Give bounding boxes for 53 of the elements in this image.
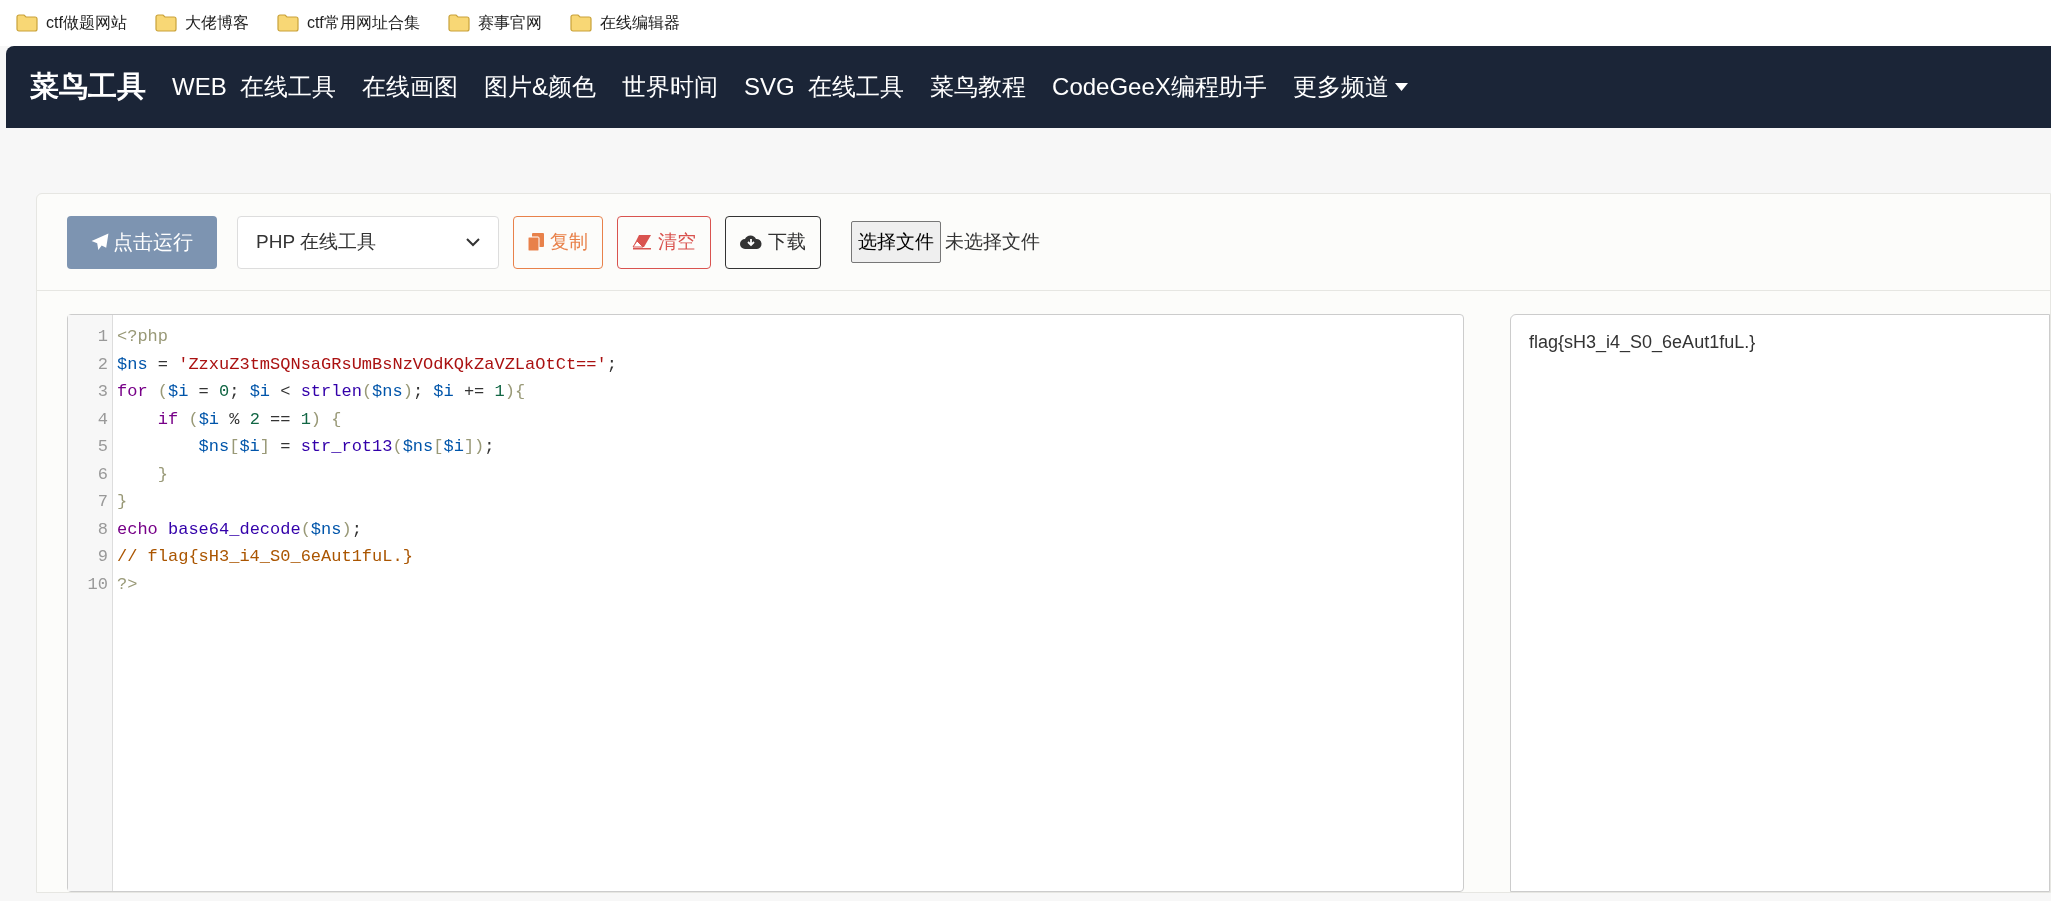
nav-link[interactable]: 在线画图 <box>362 69 458 105</box>
line-number: 7 <box>96 491 109 513</box>
output-text: flag{sH3_i4_S0_6eAut1fuL.} <box>1529 332 1756 352</box>
line-number: 5 <box>96 436 109 458</box>
line-number: 6 <box>96 463 109 486</box>
nav-link[interactable]: WEB 在线工具 <box>172 69 336 105</box>
code-line: $ns[$i] = str_rot13($ns[$i]); <box>197 436 496 458</box>
folder-icon <box>276 14 299 32</box>
select-value: PHP 在线工具 <box>256 229 376 254</box>
code-line: <?php <box>117 326 169 348</box>
copy-icon <box>528 233 544 251</box>
code-editor[interactable] <box>67 314 1464 892</box>
code-line: } <box>117 491 129 513</box>
code-line: $ns = 'ZzxuZ3tmSQNsaGRsUmBsNzVOdKQkZaVZLaOtCt=='; <box>117 353 617 376</box>
folder-icon <box>154 14 177 32</box>
language-select[interactable]: PHP 在线工具 <box>237 215 499 269</box>
brand-logo[interactable]: 菜鸟工具 <box>30 65 146 109</box>
file-choose-button[interactable]: 选择文件 <box>851 221 941 263</box>
folder-icon <box>569 14 592 32</box>
line-number: 3 <box>96 381 109 403</box>
nav-link[interactable]: CodeGeeX编程助手 <box>1052 69 1267 105</box>
code-line: // flag{sH3_i4_S0_6eAut1fuL.} <box>117 546 414 568</box>
bookmark-link[interactable]: 在线编辑器 <box>569 11 680 35</box>
download-button[interactable]: 下载 <box>725 215 821 269</box>
code-line: for ($i = 0; $i < strlen($ns); $i += 1){ <box>117 381 527 403</box>
code-line: ?> <box>117 573 139 596</box>
caret-icon <box>1394 83 1408 91</box>
paper-plane-icon <box>91 233 109 251</box>
bookmark-link[interactable]: 大佬博客 <box>154 11 249 35</box>
cloud-download-icon <box>740 234 762 250</box>
nav-link[interactable]: 图片&颜色 <box>484 69 597 105</box>
line-number: 4 <box>96 408 109 431</box>
code-line: } <box>156 463 169 486</box>
nav-link[interactable]: 菜鸟教程 <box>930 69 1027 105</box>
line-number: 9 <box>96 546 109 568</box>
clear-button[interactable]: 清空 <box>617 215 711 269</box>
eraser-icon <box>632 234 652 250</box>
bookmark-link[interactable]: ctf做题网站 <box>16 11 127 35</box>
bookmark-link[interactable]: 赛事官网 <box>447 11 542 35</box>
bookmark-link[interactable]: ctf常用网址合集 <box>276 11 420 35</box>
file-status-text: 未选择文件 <box>945 229 1040 254</box>
line-number: 8 <box>96 518 109 541</box>
nav-link[interactable]: 更多频道 <box>1292 69 1408 105</box>
folder-icon <box>16 14 38 32</box>
nav-link[interactable]: 世界时间 <box>622 69 719 105</box>
code-line: if ($i % 2 == 1) { <box>156 408 343 431</box>
line-number: 10 <box>86 573 109 596</box>
chevron-down-icon <box>466 237 480 247</box>
code-line: echo base64_decode($ns); <box>117 518 363 541</box>
folder-icon <box>447 14 470 32</box>
line-number: 2 <box>96 353 109 376</box>
line-number: 1 <box>96 326 109 348</box>
nav-link[interactable]: SVG 在线工具 <box>744 69 905 105</box>
